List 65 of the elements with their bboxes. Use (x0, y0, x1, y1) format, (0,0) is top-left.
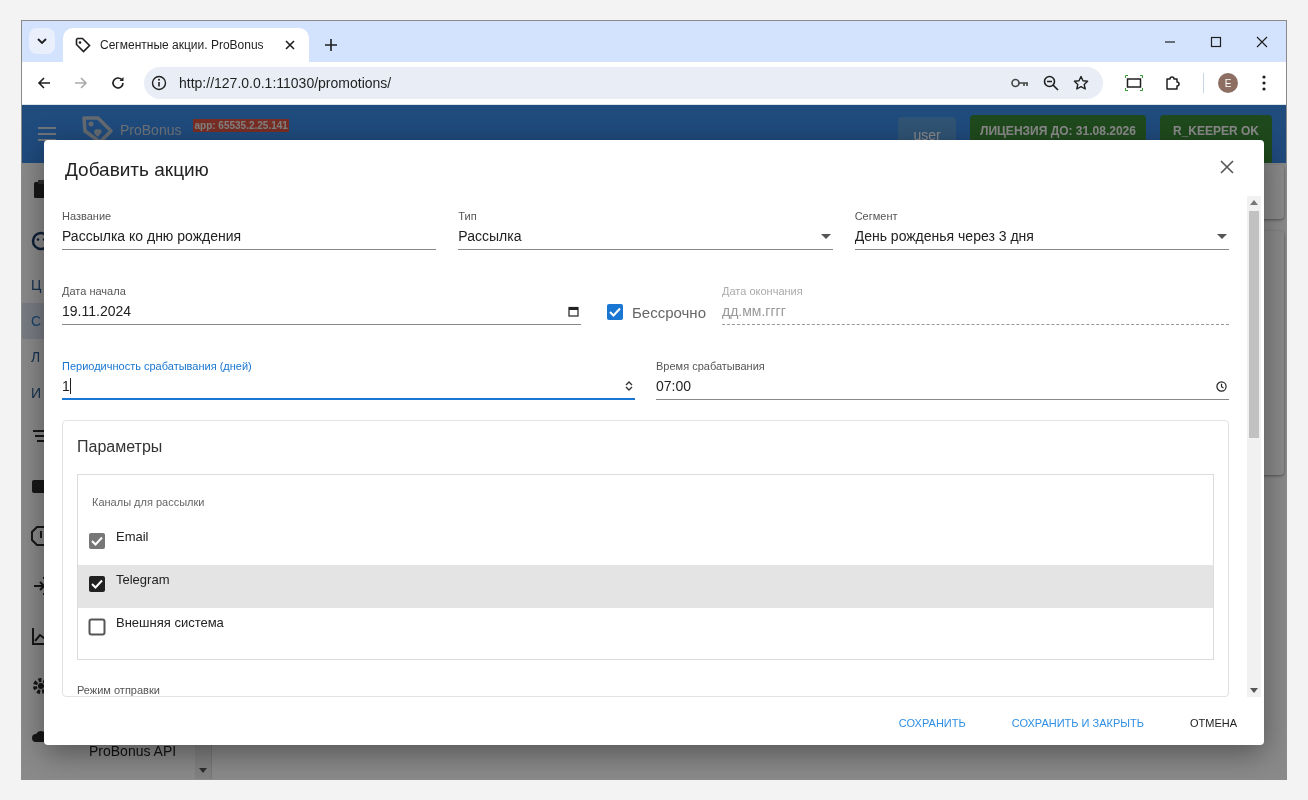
clock-icon[interactable] (1216, 380, 1227, 392)
field-label: Дата начала (62, 284, 127, 298)
dropdown-arrow-icon[interactable] (1217, 233, 1227, 239)
info-icon[interactable] (151, 75, 167, 91)
group-label: Каналы для рассылки (91, 496, 206, 508)
time-field[interactable]: 07:00 (656, 378, 1216, 394)
channel-label: Внешняя система (116, 615, 224, 630)
version-badge: app: 65535.2.25.141 (193, 118, 289, 132)
field-label: Название (62, 209, 113, 223)
reload-icon[interactable] (111, 76, 125, 90)
spinner-icon[interactable] (625, 379, 633, 392)
number-field[interactable]: 1 (62, 377, 625, 394)
checkbox-label: Бессрочно (632, 303, 706, 321)
channel-row[interactable]: Telegram (78, 565, 1213, 608)
screen-capture-icon[interactable] (1125, 75, 1143, 91)
menu-icon[interactable] (38, 127, 56, 141)
channel-row[interactable]: Внешняя система (78, 608, 1213, 651)
channel-label: Email (116, 529, 149, 544)
star-icon[interactable] (1073, 75, 1089, 91)
date-field[interactable]: 19.11.2024 (62, 303, 568, 319)
scroll-thumb[interactable] (1249, 211, 1259, 438)
field-label: Сегмент (854, 209, 899, 223)
maximize-icon[interactable] (1210, 35, 1222, 48)
save-button[interactable]: СОХРАНИТЬ (887, 708, 977, 737)
browser-tab[interactable]: Сегментные акции. ProBonus (63, 28, 309, 62)
field-label: Тип (458, 209, 478, 223)
dropdown-arrow-icon[interactable] (820, 233, 831, 239)
text-field[interactable]: Рассылка ко дню рождения (62, 228, 437, 244)
close-icon[interactable] (1256, 35, 1268, 48)
field-label: Дата окончания (722, 284, 804, 298)
chevron-down-icon (37, 38, 47, 44)
puzzle-icon[interactable] (1165, 75, 1181, 91)
checkbox[interactable] (88, 574, 106, 593)
calendar-icon[interactable] (568, 305, 579, 317)
section-title: Параметры (77, 438, 164, 456)
dropdown-field[interactable]: День рожденья через 3 дня (854, 228, 1217, 244)
field-label: Периодичность срабатывания (дней) (62, 359, 253, 373)
dialog-title: Добавить акцию (65, 159, 209, 181)
key-icon[interactable] (1011, 78, 1029, 88)
scroll-up-icon[interactable] (1250, 200, 1258, 205)
scrollbar[interactable] (1247, 196, 1261, 697)
plus-icon[interactable] (325, 39, 337, 51)
cancel-button[interactable]: ОТМЕНА (1178, 708, 1248, 737)
scroll-down-icon[interactable] (199, 768, 207, 773)
close-icon[interactable] (1220, 160, 1234, 174)
brand-name: ProBonus (120, 122, 182, 138)
profile-avatar[interactable]: E (1218, 73, 1238, 93)
url-text: http://127.0.0.1:11030/promotions/ (179, 75, 393, 91)
sidebar-item[interactable]: ProBonus API (89, 743, 177, 761)
address-bar[interactable]: http://127.0.0.1:11030/promotions/ (144, 67, 1103, 99)
tab-title: Сегментные акции. ProBonus (100, 38, 265, 52)
channel-label: Telegram (116, 572, 170, 587)
save-button[interactable]: СОХРАНИТЬ И ЗАКРЫТЬ (1000, 708, 1155, 737)
field-label: Время срабатывания (656, 359, 766, 373)
tab-list-button[interactable] (29, 28, 55, 54)
scroll-down-icon[interactable] (1250, 688, 1258, 693)
field-label: Режим отправки (77, 684, 161, 696)
back-arrow-icon[interactable] (37, 76, 51, 90)
dropdown-field[interactable]: Рассылка (458, 228, 821, 244)
zoom-out-icon[interactable] (1043, 75, 1059, 91)
checkbox[interactable] (606, 303, 624, 321)
tag-icon (75, 37, 91, 53)
checkbox[interactable] (88, 617, 106, 636)
menu-icon[interactable] (1262, 75, 1266, 91)
close-icon[interactable] (285, 40, 295, 50)
